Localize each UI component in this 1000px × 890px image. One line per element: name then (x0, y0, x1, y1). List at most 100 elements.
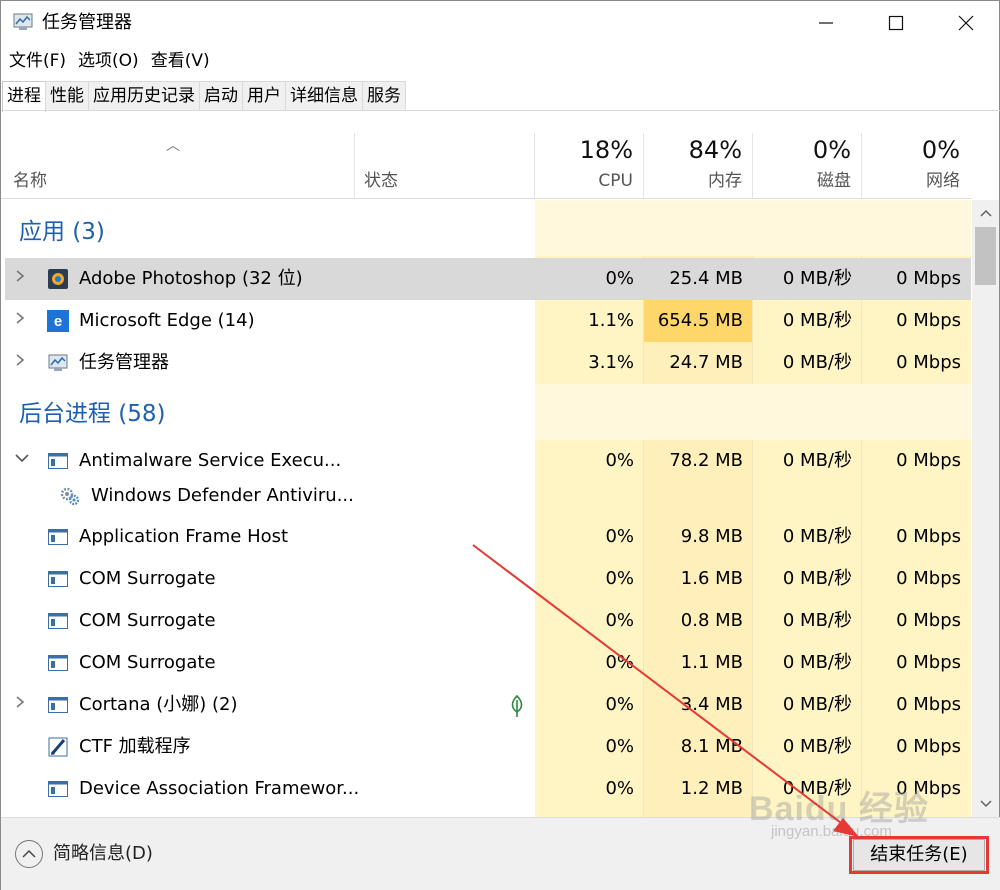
task-manager-window: 任务管理器 文件(F) 选项(O) 查看(V) 进程 性能 应用历史记录 启动 … (0, 0, 1000, 890)
process-network: 0 Mbps (896, 652, 961, 673)
process-cpu: 0% (605, 526, 634, 547)
tab-divider (1, 110, 1000, 111)
process-disk: 0 MB/秒 (782, 694, 852, 715)
vertical-scrollbar[interactable] (972, 200, 999, 817)
process-disk: 0 MB/秒 (782, 268, 852, 289)
process-disk: 0 MB/秒 (782, 736, 852, 757)
window-icon (48, 697, 68, 713)
tab-processes[interactable]: 进程 (2, 81, 46, 112)
close-button[interactable] (931, 1, 1000, 45)
window-icon (48, 613, 68, 629)
title-bar[interactable]: 任务管理器 (1, 1, 1000, 45)
process-memory: 1.2 MB (680, 778, 743, 799)
column-network-percent[interactable]: 0% (861, 135, 960, 165)
chevron-right-icon[interactable] (15, 268, 29, 288)
process-disk: 0 MB/秒 (782, 310, 852, 331)
table-row[interactable]: 任务管理器 3.1% 24.7 MB 0 MB/秒 0 Mbps (5, 342, 971, 384)
table-row[interactable]: Adobe Photoshop (32 位) 0% 25.4 MB 0 MB/秒… (5, 258, 971, 300)
group-label: 后台进程 (58) (19, 401, 166, 427)
group-label: 应用 (3) (19, 219, 105, 245)
process-cpu: 0% (605, 694, 634, 715)
sort-up-icon: ︿ (166, 138, 180, 154)
tab-app-history[interactable]: 应用历史记录 (88, 81, 200, 111)
process-disk: 0 MB/秒 (782, 652, 852, 673)
table-row-child[interactable]: Windows Defender Antiviru... (5, 478, 971, 514)
column-disk-percent[interactable]: 0% (752, 135, 851, 165)
process-memory: 1.6 MB (680, 568, 743, 589)
column-memory-percent[interactable]: 84% (643, 135, 742, 165)
column-disk[interactable]: 磁盘 (752, 170, 851, 192)
table-row[interactable]: COM Surrogate 0% 0.8 MB 0 MB/秒 0 Mbps (5, 600, 971, 642)
annotation-highlight-box (849, 836, 989, 874)
process-cpu: 0% (605, 736, 634, 757)
process-memory: 25.4 MB (669, 268, 743, 289)
table-row[interactable]: CTF 加载程序 0% 8.1 MB 0 MB/秒 0 Mbps (5, 726, 971, 768)
chevron-right-icon[interactable] (15, 694, 29, 714)
column-network[interactable]: 网络 (861, 170, 960, 192)
process-list[interactable]: 应用 (3) Adobe Photoshop (32 位) 0% 25.4 MB… (5, 200, 971, 817)
process-name: CTF 加载程序 (79, 736, 191, 757)
window-icon (48, 781, 68, 797)
chevron-up-icon[interactable] (15, 840, 43, 868)
menu-view[interactable]: 查看(V) (151, 47, 210, 75)
tab-performance[interactable]: 性能 (45, 81, 89, 111)
table-row[interactable]: Antimalware Service Execu... 0% 78.2 MB … (5, 440, 971, 482)
process-memory: 0.8 MB (680, 610, 743, 631)
table-row[interactable]: Cortana (小娜) (2) 0% 3.4 MB 0 MB/秒 0 Mbps (5, 684, 971, 726)
process-network: 0 Mbps (896, 526, 961, 547)
window-icon (48, 529, 68, 545)
process-name: Windows Defender Antiviru... (91, 485, 354, 506)
column-cpu-percent[interactable]: 18% (534, 135, 633, 165)
table-row[interactable]: COM Surrogate 0% 1.1 MB 0 MB/秒 0 Mbps (5, 642, 971, 684)
close-icon (958, 15, 974, 31)
group-band (535, 384, 971, 440)
process-name: 任务管理器 (79, 352, 169, 373)
process-disk: 0 MB/秒 (782, 450, 852, 471)
group-band (535, 200, 971, 256)
scrollbar-thumb[interactable] (975, 227, 996, 285)
tab-details[interactable]: 详细信息 (285, 81, 363, 111)
group-header-background[interactable]: 后台进程 (58) (5, 386, 535, 442)
tab-users[interactable]: 用户 (242, 81, 286, 111)
process-cpu: 0% (605, 610, 634, 631)
tab-strip: 进程 性能 应用历史记录 启动 用户 详细信息 服务 (2, 81, 406, 112)
tab-startup[interactable]: 启动 (199, 81, 243, 111)
scroll-up-icon[interactable] (972, 200, 999, 226)
column-memory[interactable]: 内存 (643, 170, 742, 192)
scroll-down-icon[interactable] (972, 791, 999, 817)
process-memory: 1.1 MB (680, 652, 743, 673)
process-cpu: 1.1% (588, 310, 634, 331)
minimize-icon (819, 22, 833, 24)
chevron-right-icon[interactable] (15, 310, 29, 330)
menu-options[interactable]: 选项(O) (78, 47, 139, 75)
process-disk: 0 MB/秒 (782, 568, 852, 589)
tab-services[interactable]: 服务 (362, 81, 406, 111)
process-name: COM Surrogate (79, 652, 216, 673)
maximize-icon (888, 15, 904, 31)
svg-text:e: e (54, 313, 62, 330)
column-cpu[interactable]: CPU (534, 170, 633, 192)
process-disk: 0 MB/秒 (782, 526, 852, 547)
column-status[interactable]: 状态 (364, 170, 398, 192)
window-icon (48, 453, 68, 469)
process-cpu: 0% (605, 450, 634, 471)
chevron-down-icon[interactable] (15, 450, 29, 470)
process-cpu: 0% (605, 268, 634, 289)
window-icon (48, 655, 68, 671)
fewer-details-link[interactable]: 简略信息(D) (53, 840, 153, 868)
process-memory: 654.5 MB (657, 310, 743, 331)
column-name[interactable]: 名称 (13, 170, 47, 192)
process-memory: 78.2 MB (669, 450, 743, 471)
process-network: 0 Mbps (896, 352, 961, 373)
process-disk: 0 MB/秒 (782, 352, 852, 373)
group-header-apps[interactable]: 应用 (3) (5, 204, 535, 260)
table-row[interactable]: Application Frame Host 0% 9.8 MB 0 MB/秒 … (5, 516, 971, 558)
menu-file[interactable]: 文件(F) (9, 47, 66, 75)
process-disk: 0 MB/秒 (782, 610, 852, 631)
chevron-right-icon[interactable] (15, 352, 29, 372)
table-row[interactable]: COM Surrogate 0% 1.6 MB 0 MB/秒 0 Mbps (5, 558, 971, 600)
maximize-button[interactable] (861, 1, 931, 45)
minimize-button[interactable] (791, 1, 861, 45)
column-divider[interactable] (354, 133, 355, 199)
table-row[interactable]: e Microsoft Edge (14) 1.1% 654.5 MB 0 MB… (5, 300, 971, 342)
